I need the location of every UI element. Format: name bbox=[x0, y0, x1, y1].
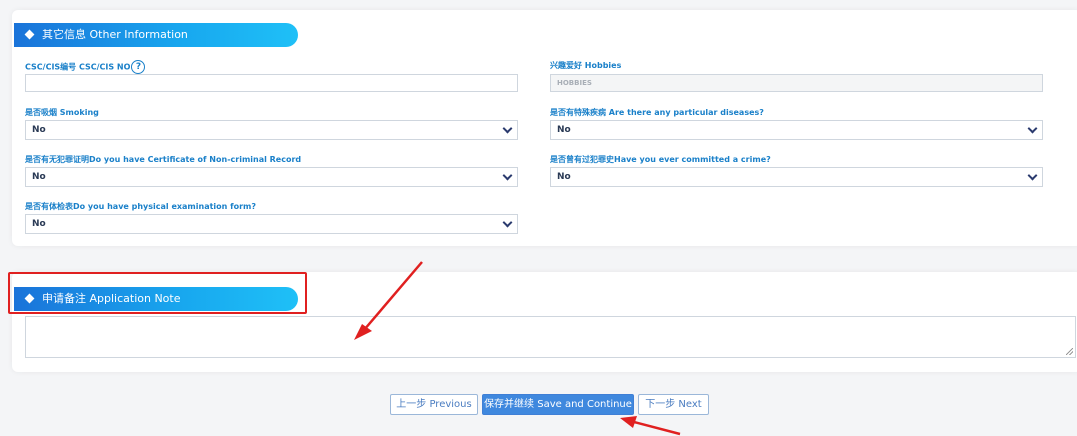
annotation-arrows bbox=[354, 261, 681, 436]
annotation-arrow-icon bbox=[620, 416, 681, 436]
annotation-arrow-icon bbox=[354, 261, 423, 340]
